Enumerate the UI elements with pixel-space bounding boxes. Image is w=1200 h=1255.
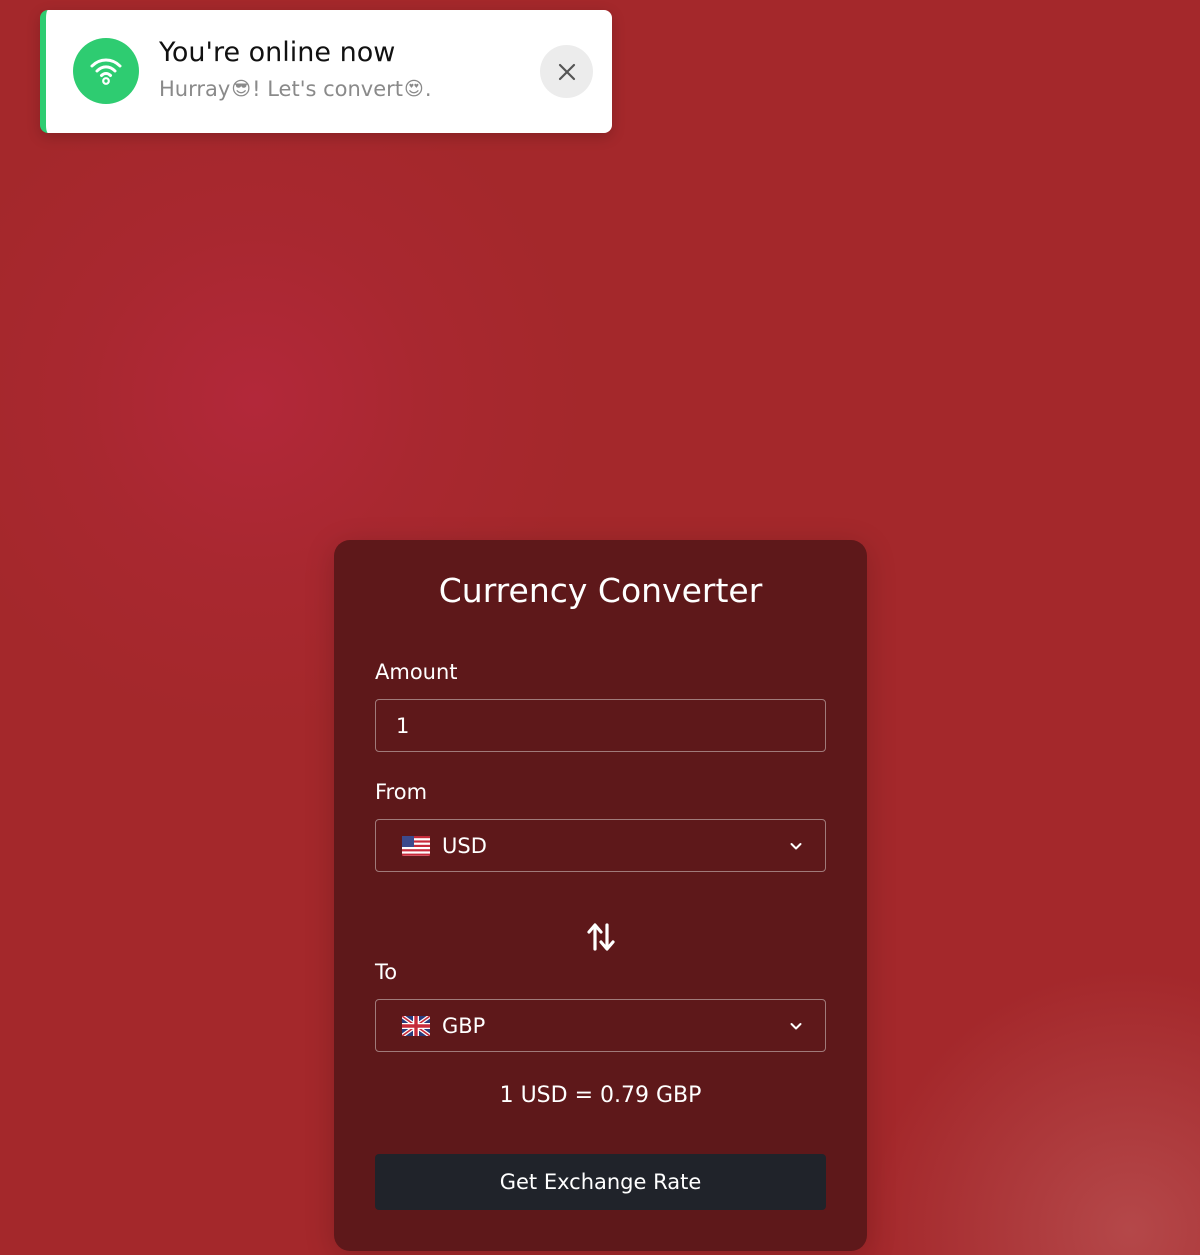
exchange-rate-result: 1 USD = 0.79 GBP <box>499 1083 702 1108</box>
toast-close-button[interactable] <box>540 45 593 98</box>
swap-currencies-button[interactable] <box>584 920 618 954</box>
page-title: Currency Converter <box>438 571 763 610</box>
currency-converter-card: Currency Converter Amount From USD To <box>334 540 867 1251</box>
chevron-down-icon <box>790 1023 802 1030</box>
amount-label: Amount <box>375 660 458 684</box>
close-icon <box>558 63 575 80</box>
to-currency-value: GBP <box>442 1013 486 1038</box>
from-currency-value: USD <box>442 833 487 858</box>
wifi-icon <box>73 38 139 104</box>
heart-eyes-emoji-icon: 😍 <box>404 78 424 100</box>
to-currency-select[interactable]: GBP <box>375 999 826 1052</box>
chevron-down-icon <box>790 843 802 850</box>
sunglasses-emoji-icon: 😎 <box>231 78 252 100</box>
toast-message-text: Hurray <box>159 77 231 101</box>
swap-arrows-icon <box>587 923 615 951</box>
toast-message-text-end: . <box>424 77 432 101</box>
us-flag-icon <box>402 835 430 856</box>
to-label: To <box>375 960 398 984</box>
uk-flag-icon <box>402 1015 430 1036</box>
toast-message: Hurray 😎 ! Let's convert 😍 . <box>159 77 432 101</box>
from-currency-select[interactable]: USD <box>375 819 826 872</box>
online-toast: You're online now Hurray 😎 ! Let's conve… <box>40 10 612 133</box>
from-label: From <box>375 780 428 804</box>
toast-title: You're online now <box>159 37 396 68</box>
get-exchange-rate-button[interactable]: Get Exchange Rate <box>375 1154 826 1210</box>
amount-input[interactable] <box>375 699 826 752</box>
toast-message-text-middle: ! Let's convert <box>252 77 403 101</box>
